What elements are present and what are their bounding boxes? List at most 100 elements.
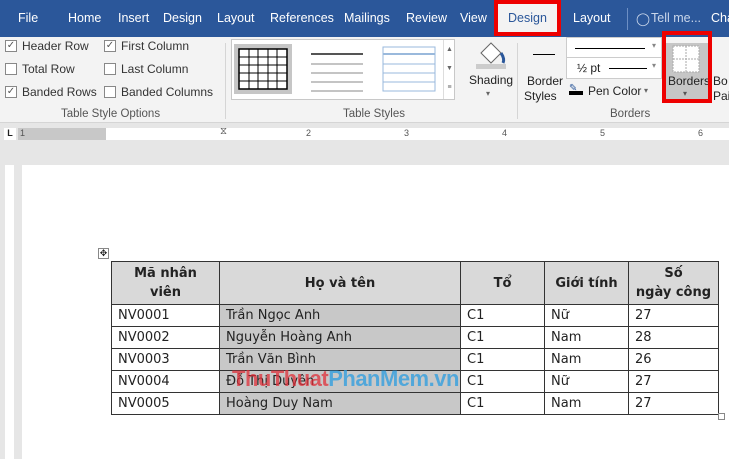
header-cell[interactable]: Họ và tên	[219, 261, 461, 305]
checkbox-icon	[104, 63, 116, 75]
pen-color-button[interactable]: Pen Color	[588, 84, 641, 98]
ribbon: ✓ Header Row Total Row ✓ Banded Rows ✓ Firs…	[0, 37, 729, 123]
cell[interactable]: Nam	[544, 348, 629, 371]
line-weight-value: ½ pt	[577, 61, 601, 75]
ruler-number: 2	[306, 128, 312, 138]
banded-rows-checkbox[interactable]: ✓ Banded Rows	[5, 85, 97, 99]
tell-me-search[interactable]: Tell me...	[651, 11, 701, 25]
checkbox-icon: ✓	[104, 40, 116, 52]
border-styles-button[interactable]: Border	[527, 74, 563, 88]
label: First Column	[121, 39, 190, 53]
cell[interactable]: Nữ	[544, 370, 629, 393]
lightbulb-icon: ◯	[636, 12, 650, 26]
indent-marker-icon[interactable]: ⧖	[220, 126, 227, 137]
tab-divider	[627, 8, 628, 30]
chevron-down-icon: ▾	[486, 89, 491, 98]
chevron-down-icon: ▾	[652, 61, 657, 70]
border-styles-button-line2[interactable]: Styles	[524, 89, 557, 103]
label: Last Column	[121, 62, 189, 76]
cell[interactable]: NV0003	[111, 348, 220, 371]
cell[interactable]: 27	[628, 370, 719, 393]
table-style-plain[interactable]	[308, 44, 366, 94]
horizontal-ruler[interactable]: 1 2 3 4 5 6 ⧖	[18, 126, 729, 140]
checkbox-icon	[5, 63, 17, 75]
banded-columns-checkbox[interactable]: Banded Columns	[104, 85, 213, 99]
header-text: Mã nhân	[134, 266, 197, 281]
cell[interactable]: Nữ	[544, 304, 629, 327]
cell[interactable]: NV0004	[111, 370, 220, 393]
cell[interactable]: 27	[628, 304, 719, 327]
cell[interactable]: Hoàng Duy Nam	[219, 392, 461, 415]
cell[interactable]: NV0001	[111, 304, 220, 327]
cell[interactable]: Nam	[544, 326, 629, 349]
divider	[517, 43, 518, 119]
border-style-line-icon	[533, 54, 555, 55]
border-painter-button[interactable]: Bo	[713, 74, 728, 88]
divider	[225, 43, 226, 119]
cell[interactable]: C1	[460, 370, 545, 393]
cell[interactable]: NV0002	[111, 326, 220, 349]
vertical-ruler[interactable]	[5, 165, 14, 459]
header-cell[interactable]: Số ngày công	[628, 261, 719, 305]
line-weight-dropdown[interactable]: ½ pt ▾	[566, 57, 662, 79]
chevron-down-icon: ▾	[644, 86, 649, 95]
checkbox-icon: ✓	[5, 86, 17, 98]
ribbon-tab-bar: File Home Insert Design Layout Reference…	[0, 0, 729, 37]
table-style-light-blue[interactable]	[380, 44, 438, 94]
ruler-number: 1	[20, 128, 26, 138]
cell[interactable]: C1	[460, 348, 545, 371]
tab-table-design[interactable]: Design	[494, 0, 561, 36]
cell[interactable]: 28	[628, 326, 719, 349]
shading-bucket-icon	[473, 39, 509, 69]
cell[interactable]: C1	[460, 304, 545, 327]
table-style-grid[interactable]	[234, 44, 292, 94]
cell[interactable]: C1	[460, 326, 545, 349]
tab-layout[interactable]: Layout	[217, 11, 255, 25]
label: Banded Rows	[22, 85, 97, 99]
border-painter-button-line2[interactable]: Pai	[713, 89, 729, 103]
gallery-scroll[interactable]: ▲ ▼ ≡	[443, 40, 455, 99]
tab-home[interactable]: Home	[68, 11, 101, 25]
highlight-box-borders	[662, 31, 712, 103]
cell[interactable]: 27	[628, 392, 719, 415]
tab-insert[interactable]: Insert	[118, 11, 149, 25]
cell[interactable]: NV0005	[111, 392, 220, 415]
tab-review[interactable]: Review	[406, 11, 447, 25]
label: Banded Columns	[121, 85, 214, 99]
tab-design[interactable]: Design	[163, 11, 202, 25]
table-row: NV0005 Hoàng Duy Nam C1 Nam 27	[111, 392, 719, 415]
label: Total Row	[22, 62, 75, 76]
table-header-row: Mã nhân viên Họ và tên Tổ Giới tính Số ngà…	[111, 261, 719, 305]
table-resize-handle[interactable]	[718, 413, 725, 420]
checkbox-icon: ✓	[5, 40, 17, 52]
line-style-dropdown[interactable]: ▾	[566, 37, 662, 59]
cell[interactable]: Trần Ngọc Anh	[219, 304, 461, 327]
shading-button[interactable]: Shading	[469, 73, 513, 87]
tab-file[interactable]: File	[18, 11, 38, 25]
ruler-number: 6	[698, 128, 704, 138]
line-sample	[575, 48, 645, 49]
first-column-checkbox[interactable]: ✓ First Column	[104, 39, 189, 53]
last-column-checkbox[interactable]: Last Column	[104, 62, 188, 76]
ruler-number: 3	[404, 128, 410, 138]
header-cell[interactable]: Mã nhân viên	[111, 261, 220, 305]
checkbox-icon	[104, 86, 116, 98]
tab-mailings[interactable]: Mailings	[344, 11, 390, 25]
tab-view[interactable]: View	[460, 11, 487, 25]
cell[interactable]: Nguyễn Hoàng Anh	[219, 326, 461, 349]
header-row-checkbox[interactable]: ✓ Header Row	[5, 39, 89, 53]
cell[interactable]: 26	[628, 348, 719, 371]
header-cell[interactable]: Giới tính	[544, 261, 629, 305]
tab-table-layout[interactable]: Layout	[573, 11, 611, 25]
tab-selector-icon[interactable]: L	[4, 128, 16, 140]
header-cell[interactable]: Tổ	[460, 261, 545, 305]
cell[interactable]: Nam	[544, 392, 629, 415]
tab-references[interactable]: References	[270, 11, 334, 25]
header-text: viên	[149, 285, 181, 300]
share-button[interactable]: Cha	[711, 11, 729, 25]
cell[interactable]: C1	[460, 392, 545, 415]
table-styles-gallery[interactable]: ▲ ▼ ≡	[231, 39, 455, 100]
line-sample	[609, 68, 647, 69]
table-move-handle-icon[interactable]: ✥	[98, 248, 109, 259]
total-row-checkbox[interactable]: Total Row	[5, 62, 75, 76]
